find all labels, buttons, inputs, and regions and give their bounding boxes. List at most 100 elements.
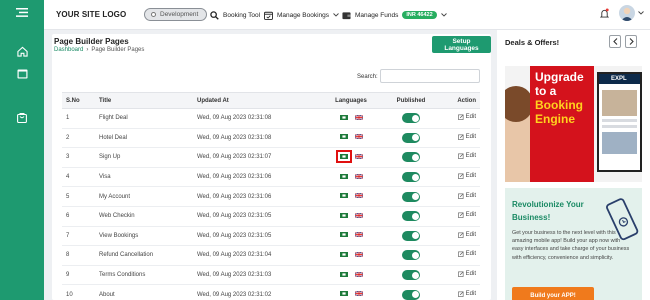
row-updated-at: Wed, 09 Aug 2023 02:31:05: [193, 206, 321, 227]
top-bar: YOUR SITE LOGO Development Booking Tool …: [44, 0, 650, 30]
row-title: Hotel Deal: [95, 128, 193, 149]
row-sno: 4: [62, 167, 95, 188]
edit-icon: [457, 291, 464, 297]
language-flag-uk-icon[interactable]: [354, 134, 363, 140]
published-toggle[interactable]: [402, 172, 420, 183]
setup-languages-button[interactable]: Setup Languages: [432, 36, 491, 53]
edit-link[interactable]: Edit: [457, 232, 476, 238]
row-sno: 8: [62, 245, 95, 266]
row-title: Web Checkin: [95, 206, 193, 227]
user-avatar[interactable]: [619, 5, 635, 21]
language-flag-green-icon[interactable]: [339, 232, 348, 238]
edit-icon: [457, 173, 464, 179]
pages-icon[interactable]: [0, 69, 44, 79]
edit-link[interactable]: Edit: [457, 251, 476, 258]
language-flag-green-icon[interactable]: [339, 114, 348, 120]
edit-link[interactable]: Edit: [457, 291, 476, 297]
edit-link[interactable]: Edit: [457, 192, 476, 199]
chevron-down-icon: [333, 13, 339, 17]
row-languages: [321, 147, 381, 168]
pages-table: S.No Title Updated At Languages Publishe…: [62, 92, 480, 300]
row-languages: [321, 108, 381, 129]
published-toggle[interactable]: [402, 132, 420, 143]
language-flag-green-icon[interactable]: [339, 291, 348, 297]
published-toggle[interactable]: [402, 270, 420, 281]
booking-tool-link[interactable]: Booking Tool: [210, 8, 260, 22]
edit-link[interactable]: Edit: [457, 271, 476, 277]
wallet-icon: [342, 11, 351, 19]
app-promo-card: Revolutionize Your Business! Get your bu…: [505, 188, 642, 300]
column-header-sno[interactable]: S.No: [62, 92, 95, 109]
language-flag-uk-icon[interactable]: [354, 114, 363, 120]
chevron-right-icon: [629, 38, 634, 45]
language-flag-uk-icon[interactable]: [354, 232, 363, 238]
search-input[interactable]: [380, 69, 480, 83]
language-flag-uk-icon[interactable]: [354, 251, 363, 257]
menu-toggle-icon[interactable]: [0, 8, 44, 17]
row-action: Edit: [441, 186, 480, 207]
language-flag-uk-icon[interactable]: [354, 212, 363, 218]
language-flag-uk-icon[interactable]: [354, 173, 363, 179]
mockup-line: [602, 119, 637, 122]
language-flag-green-icon[interactable]: [339, 134, 348, 140]
column-header-languages: Languages: [321, 92, 381, 109]
funds-balance-badge: INR 46422: [402, 11, 437, 19]
chevron-down-icon[interactable]: [638, 10, 644, 17]
published-toggle[interactable]: [402, 230, 420, 241]
manage-funds-menu[interactable]: Manage Funds INR 46422: [342, 8, 447, 22]
breadcrumb: Dashboard › Page Builder Pages: [54, 47, 144, 53]
edit-link[interactable]: Edit: [457, 134, 476, 140]
row-published: [381, 265, 441, 286]
row-sno: 6: [62, 206, 95, 227]
deal-banner[interactable]: Upgrade to a Booking Engine EXPL: [505, 66, 642, 182]
published-toggle[interactable]: [402, 250, 420, 261]
previous-deal-button[interactable]: [609, 35, 621, 48]
published-toggle[interactable]: [402, 289, 420, 300]
language-flag-uk-icon[interactable]: [354, 193, 363, 199]
language-flag-green-icon[interactable]: [339, 212, 348, 218]
published-toggle[interactable]: [402, 113, 420, 124]
edit-label: Edit: [465, 192, 476, 199]
language-flag-uk-icon[interactable]: [354, 291, 363, 297]
build-app-button[interactable]: Build your APP!: [512, 287, 594, 300]
site-logo[interactable]: YOUR SITE LOGO: [56, 10, 126, 19]
language-flag-uk-icon[interactable]: [354, 153, 363, 159]
edit-link[interactable]: Edit: [457, 212, 476, 218]
column-header-updated-at[interactable]: Updated At: [193, 92, 321, 109]
banner-line-4: Engine: [535, 112, 576, 126]
banner-line-2: to a: [535, 84, 557, 98]
bag-icon[interactable]: [0, 112, 44, 123]
breadcrumb-dashboard-link[interactable]: Dashboard: [54, 47, 83, 53]
row-updated-at: Wed, 09 Aug 2023 02:31:06: [193, 186, 321, 207]
language-flag-green-icon[interactable]: [335, 149, 352, 163]
language-flag-uk-icon[interactable]: [354, 271, 363, 277]
published-toggle[interactable]: [402, 211, 420, 222]
language-flag-green-icon[interactable]: [339, 173, 348, 179]
edit-link[interactable]: Edit: [457, 173, 476, 179]
search-label: Search:: [357, 74, 378, 80]
notification-bell-icon[interactable]: [599, 8, 610, 21]
column-header-title[interactable]: Title: [95, 92, 193, 109]
row-published: [381, 206, 441, 227]
row-sno: 7: [62, 226, 95, 247]
edit-link[interactable]: Edit: [457, 114, 476, 120]
manage-bookings-menu[interactable]: Manage Bookings: [264, 8, 339, 22]
published-toggle[interactable]: [402, 191, 420, 202]
edit-icon: [457, 153, 464, 160]
published-toggle[interactable]: [402, 152, 420, 163]
row-languages: [321, 186, 381, 207]
breadcrumb-separator: ›: [86, 47, 89, 53]
language-flag-green-icon[interactable]: [339, 193, 348, 199]
edit-link[interactable]: Edit: [457, 153, 476, 160]
table-row: 9 Terms Conditions Wed, 09 Aug 2023 02:31:…: [62, 265, 480, 286]
table-row: 8 Refund Cancellation Wed, 09 Aug 2023 02:…: [62, 245, 480, 266]
table-row: 5 My Account Wed, 09 Aug 2023 02:31:06 Edit: [62, 186, 480, 207]
language-flag-green-icon[interactable]: [339, 271, 348, 277]
next-deal-button[interactable]: [625, 35, 637, 48]
row-updated-at: Wed, 09 Aug 2023 02:31:02: [193, 284, 321, 300]
row-updated-at: Wed, 09 Aug 2023 02:31:04: [193, 245, 321, 266]
edit-icon: [457, 251, 464, 258]
table-row: 3 Sign Up Wed, 09 Aug 2023 02:31:07 Edit: [62, 147, 480, 168]
language-flag-green-icon[interactable]: [339, 251, 348, 257]
home-icon[interactable]: [0, 46, 44, 57]
